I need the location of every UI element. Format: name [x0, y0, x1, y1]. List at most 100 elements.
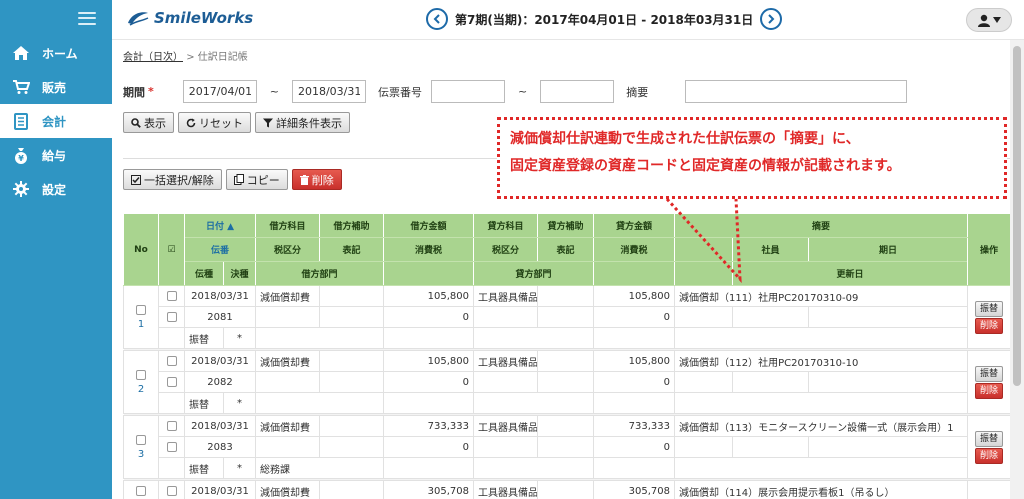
col-header-debit-account: 借方科目 — [255, 213, 320, 238]
date-from-input[interactable] — [182, 80, 257, 103]
col-header-slip[interactable]: 伝番 — [184, 237, 256, 262]
breadcrumb-parent-link[interactable]: 会計（日次） — [123, 52, 183, 63]
user-menu-button[interactable] — [966, 8, 1012, 32]
row-number-link[interactable]: 1 — [128, 319, 154, 330]
slip-type-cell: 振替 — [184, 457, 224, 479]
table-row: 2 2018/03/31 減価償却費 105,800 工具器具備品 105,80… — [123, 350, 1012, 414]
credit-tax-cell: 0 — [593, 306, 675, 328]
hamburger-menu-icon[interactable] — [78, 11, 96, 25]
debit-dept-cell — [255, 327, 384, 349]
fiscal-period-text: 第7期(当期)：2017年04月01日 - 2018年03月31日 — [455, 12, 754, 27]
row-delete-button[interactable]: 削除 — [975, 447, 1004, 464]
money-bag-icon: ¥ — [12, 146, 30, 164]
col-header-debit-tax: 税区分 — [255, 237, 320, 262]
line-checkbox[interactable] — [166, 311, 177, 322]
closing-kind-cell: * — [223, 327, 256, 349]
row-delete-button[interactable]: 削除 — [975, 317, 1004, 334]
debit-account-cell: 減価償却費 — [255, 285, 320, 307]
credit-tax-cell: 0 — [593, 436, 675, 458]
ledger-icon — [12, 112, 30, 130]
logo-text: SmileWorks — [154, 9, 254, 27]
credit-amount-cell: 733,333 — [593, 415, 675, 437]
table-row: 1 2018/03/31 減価償却費 105,800 工具器具備品 105,80… — [123, 285, 1012, 349]
credit-amount-cell: 105,800 — [593, 350, 675, 372]
callout-pointer — [665, 197, 742, 283]
memo-cell: 減価償却（114）展示会用提示看板1（吊るし） — [673, 480, 969, 499]
transfer-button[interactable]: 振替 — [975, 430, 1004, 447]
line-checkbox[interactable] — [166, 485, 177, 496]
row-select-checkbox[interactable] — [136, 304, 146, 315]
row-number-link[interactable]: 2 — [128, 384, 154, 395]
row-delete-button[interactable]: 削除 — [975, 382, 1004, 399]
transfer-button[interactable]: 振替 — [975, 365, 1004, 382]
col-header-credit-amount: 貸方金額 — [593, 213, 675, 238]
ops-cell: 振替 削除 — [967, 350, 1012, 414]
sidebar-item-sales[interactable]: 販売 — [0, 70, 112, 104]
line-checkbox[interactable] — [166, 290, 177, 301]
slip-no-label: 伝票番号 — [377, 85, 422, 99]
memo-input[interactable] — [685, 80, 908, 103]
row-select-checkbox[interactable] — [136, 485, 146, 496]
sidebar-item-label: 会計 — [42, 114, 67, 129]
logo-swoosh-icon — [128, 12, 149, 26]
user-icon — [977, 14, 990, 27]
sidebar-item-label: 販売 — [42, 80, 67, 95]
next-period-button[interactable] — [760, 8, 783, 30]
debit-tax-cell: 0 — [383, 436, 474, 458]
debit-dept-cell — [255, 392, 384, 414]
credit-account-cell: 工具器具備品 — [473, 415, 538, 437]
sidebar-item-home[interactable]: ホーム — [0, 36, 112, 70]
slip-no-cell: 2082 — [184, 371, 256, 393]
ops-cell: 振替 削除 — [967, 415, 1012, 479]
line-checkbox[interactable] — [166, 420, 177, 431]
reset-button[interactable]: リセット — [178, 112, 251, 133]
transfer-button[interactable]: 振替 — [975, 300, 1004, 317]
date-cell: 2018/03/31 — [184, 285, 256, 307]
sidebar-item-accounting[interactable]: 会計 — [0, 104, 112, 138]
line-checkbox[interactable] — [166, 441, 177, 452]
slip-no-to-input[interactable] — [540, 80, 615, 103]
ops-cell: 振替 削除 — [967, 285, 1012, 349]
debit-amount-cell: 105,800 — [383, 350, 474, 372]
slip-type-cell: 振替 — [184, 327, 224, 349]
line-checkbox[interactable] — [166, 376, 177, 387]
slip-no-cell: 2081 — [184, 306, 256, 328]
scrollbar-thumb[interactable] — [1013, 46, 1021, 386]
logo[interactable]: SmileWorks — [126, 9, 253, 27]
breadcrumb: 会計（日次） > 仕訳日記帳 — [123, 48, 248, 63]
table-header-row: 伝種 決種 借方部門 貸方部門 更新日 — [124, 261, 1011, 286]
svg-text:¥: ¥ — [18, 154, 24, 163]
col-header-updated: 更新日 — [731, 261, 969, 286]
debit-dept-cell: 総務課 — [255, 457, 384, 479]
checkbox-checked-icon — [131, 174, 141, 185]
col-header-date[interactable]: 日付 ▲ — [184, 213, 256, 238]
vertical-scrollbar[interactable] — [1010, 40, 1024, 499]
refresh-icon — [186, 118, 196, 127]
col-header-check[interactable]: ☑ — [158, 213, 185, 286]
sidebar-item-settings[interactable]: 設定 — [0, 172, 112, 206]
credit-amount-cell: 305,708 — [593, 480, 675, 499]
debit-account-cell: 減価償却費 — [255, 415, 320, 437]
sidebar-item-label: 設定 — [42, 182, 67, 197]
copy-button[interactable]: コピー — [225, 169, 288, 190]
credit-account-cell: 工具器具備品 — [473, 350, 538, 372]
col-header-debit-dept: 借方部門 — [255, 261, 384, 286]
detail-conditions-button[interactable]: 詳細条件表示 — [255, 112, 350, 133]
delete-button[interactable]: 削除 — [291, 169, 342, 190]
row-number-cell: 1 — [123, 285, 159, 349]
prev-period-button[interactable] — [426, 8, 448, 30]
search-button-group: 表示 リセット 詳細条件表示 — [123, 112, 350, 133]
row-select-checkbox[interactable] — [136, 369, 146, 380]
row-number-link[interactable]: 3 — [128, 449, 154, 460]
breadcrumb-separator: > — [186, 52, 195, 63]
sidebar-item-label: 給与 — [42, 148, 67, 163]
slip-no-from-input[interactable] — [430, 80, 505, 103]
select-all-button[interactable]: 一括選択/解除 — [123, 169, 222, 190]
show-button[interactable]: 表示 — [123, 112, 174, 133]
gear-icon — [12, 180, 30, 198]
row-select-checkbox[interactable] — [136, 434, 146, 445]
line-checkbox[interactable] — [166, 355, 177, 366]
date-to-input[interactable] — [291, 80, 366, 103]
copy-icon — [233, 174, 244, 185]
sidebar-item-payroll[interactable]: ¥ 給与 — [0, 138, 112, 172]
